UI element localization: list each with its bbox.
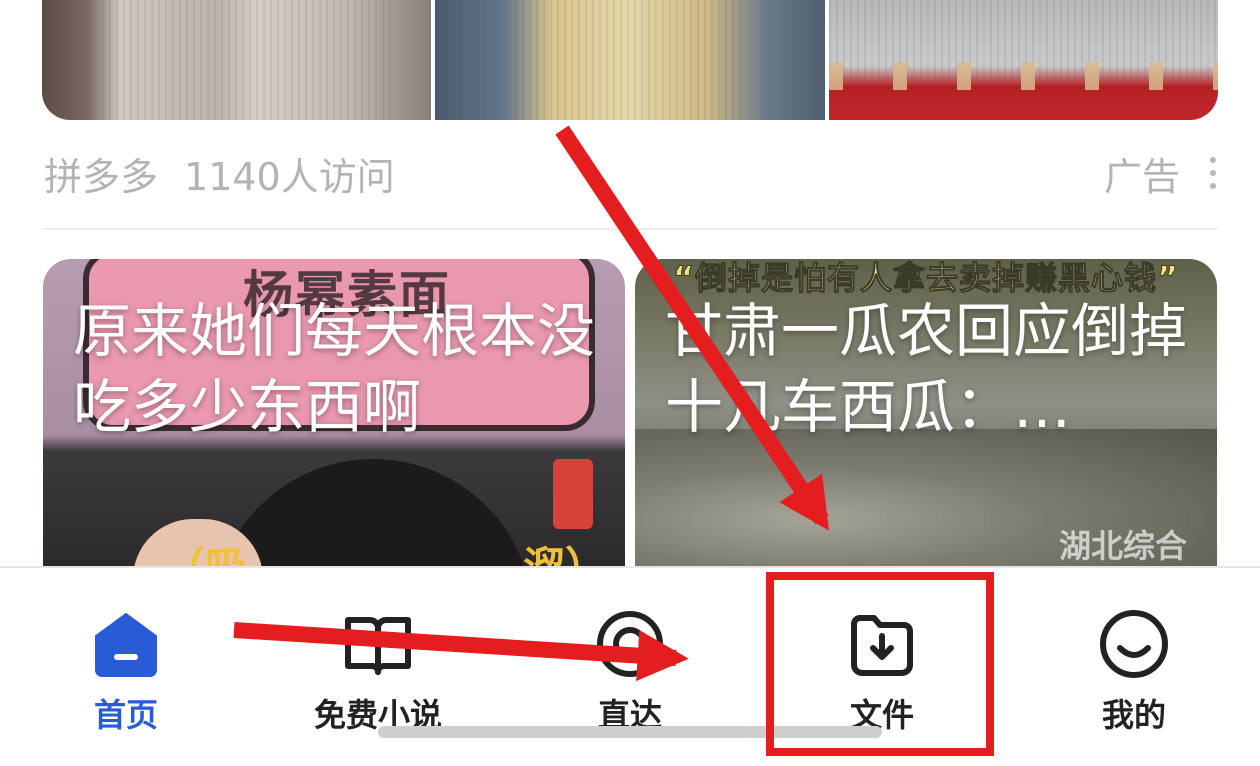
ad-image-strip[interactable] <box>42 0 1218 120</box>
card-title: 原来她们每天根本没吃多少东西啊 <box>73 297 595 441</box>
ad-visit-count: 1140人访问 <box>184 154 395 199</box>
feed-card-video[interactable]: 杨幂素面 （吸 溜） 原来她们每天根本没吃多少东西啊 <box>43 259 625 579</box>
more-options-icon[interactable] <box>1208 157 1218 189</box>
ad-image-book-1[interactable] <box>42 0 432 120</box>
ad-image-book-3[interactable] <box>828 0 1218 120</box>
tab-label: 我的 <box>1101 696 1166 734</box>
feed-card-video[interactable]: “倒掉是怕有人拿去卖掉赚黑心钱” 湖北综合 甘肃一瓜农回应倒掉十几车西瓜：… <box>635 259 1217 579</box>
tab-me[interactable]: 我的 <box>1008 568 1260 766</box>
divider <box>42 228 1218 230</box>
thumbnail-watermark: 湖北综合 <box>1058 527 1187 565</box>
thumbnail-person <box>213 459 533 579</box>
home-icon <box>95 613 157 677</box>
ad-image-book-2[interactable] <box>435 0 825 120</box>
tab-label: 首页 <box>93 696 158 734</box>
ad-meta-row: 拼多多 1140人访问 广告 <box>44 145 1218 201</box>
card-title: 甘肃一瓜农回应倒掉十几车西瓜：… <box>665 297 1187 441</box>
book-icon <box>345 617 411 675</box>
search-icon <box>597 611 663 677</box>
ad-label: 广告 <box>1103 154 1180 199</box>
tab-home[interactable]: 首页 <box>0 568 252 766</box>
ad-source: 拼多多 <box>44 154 159 199</box>
annotation-highlight-box <box>766 572 994 756</box>
smile-icon <box>1100 610 1168 678</box>
